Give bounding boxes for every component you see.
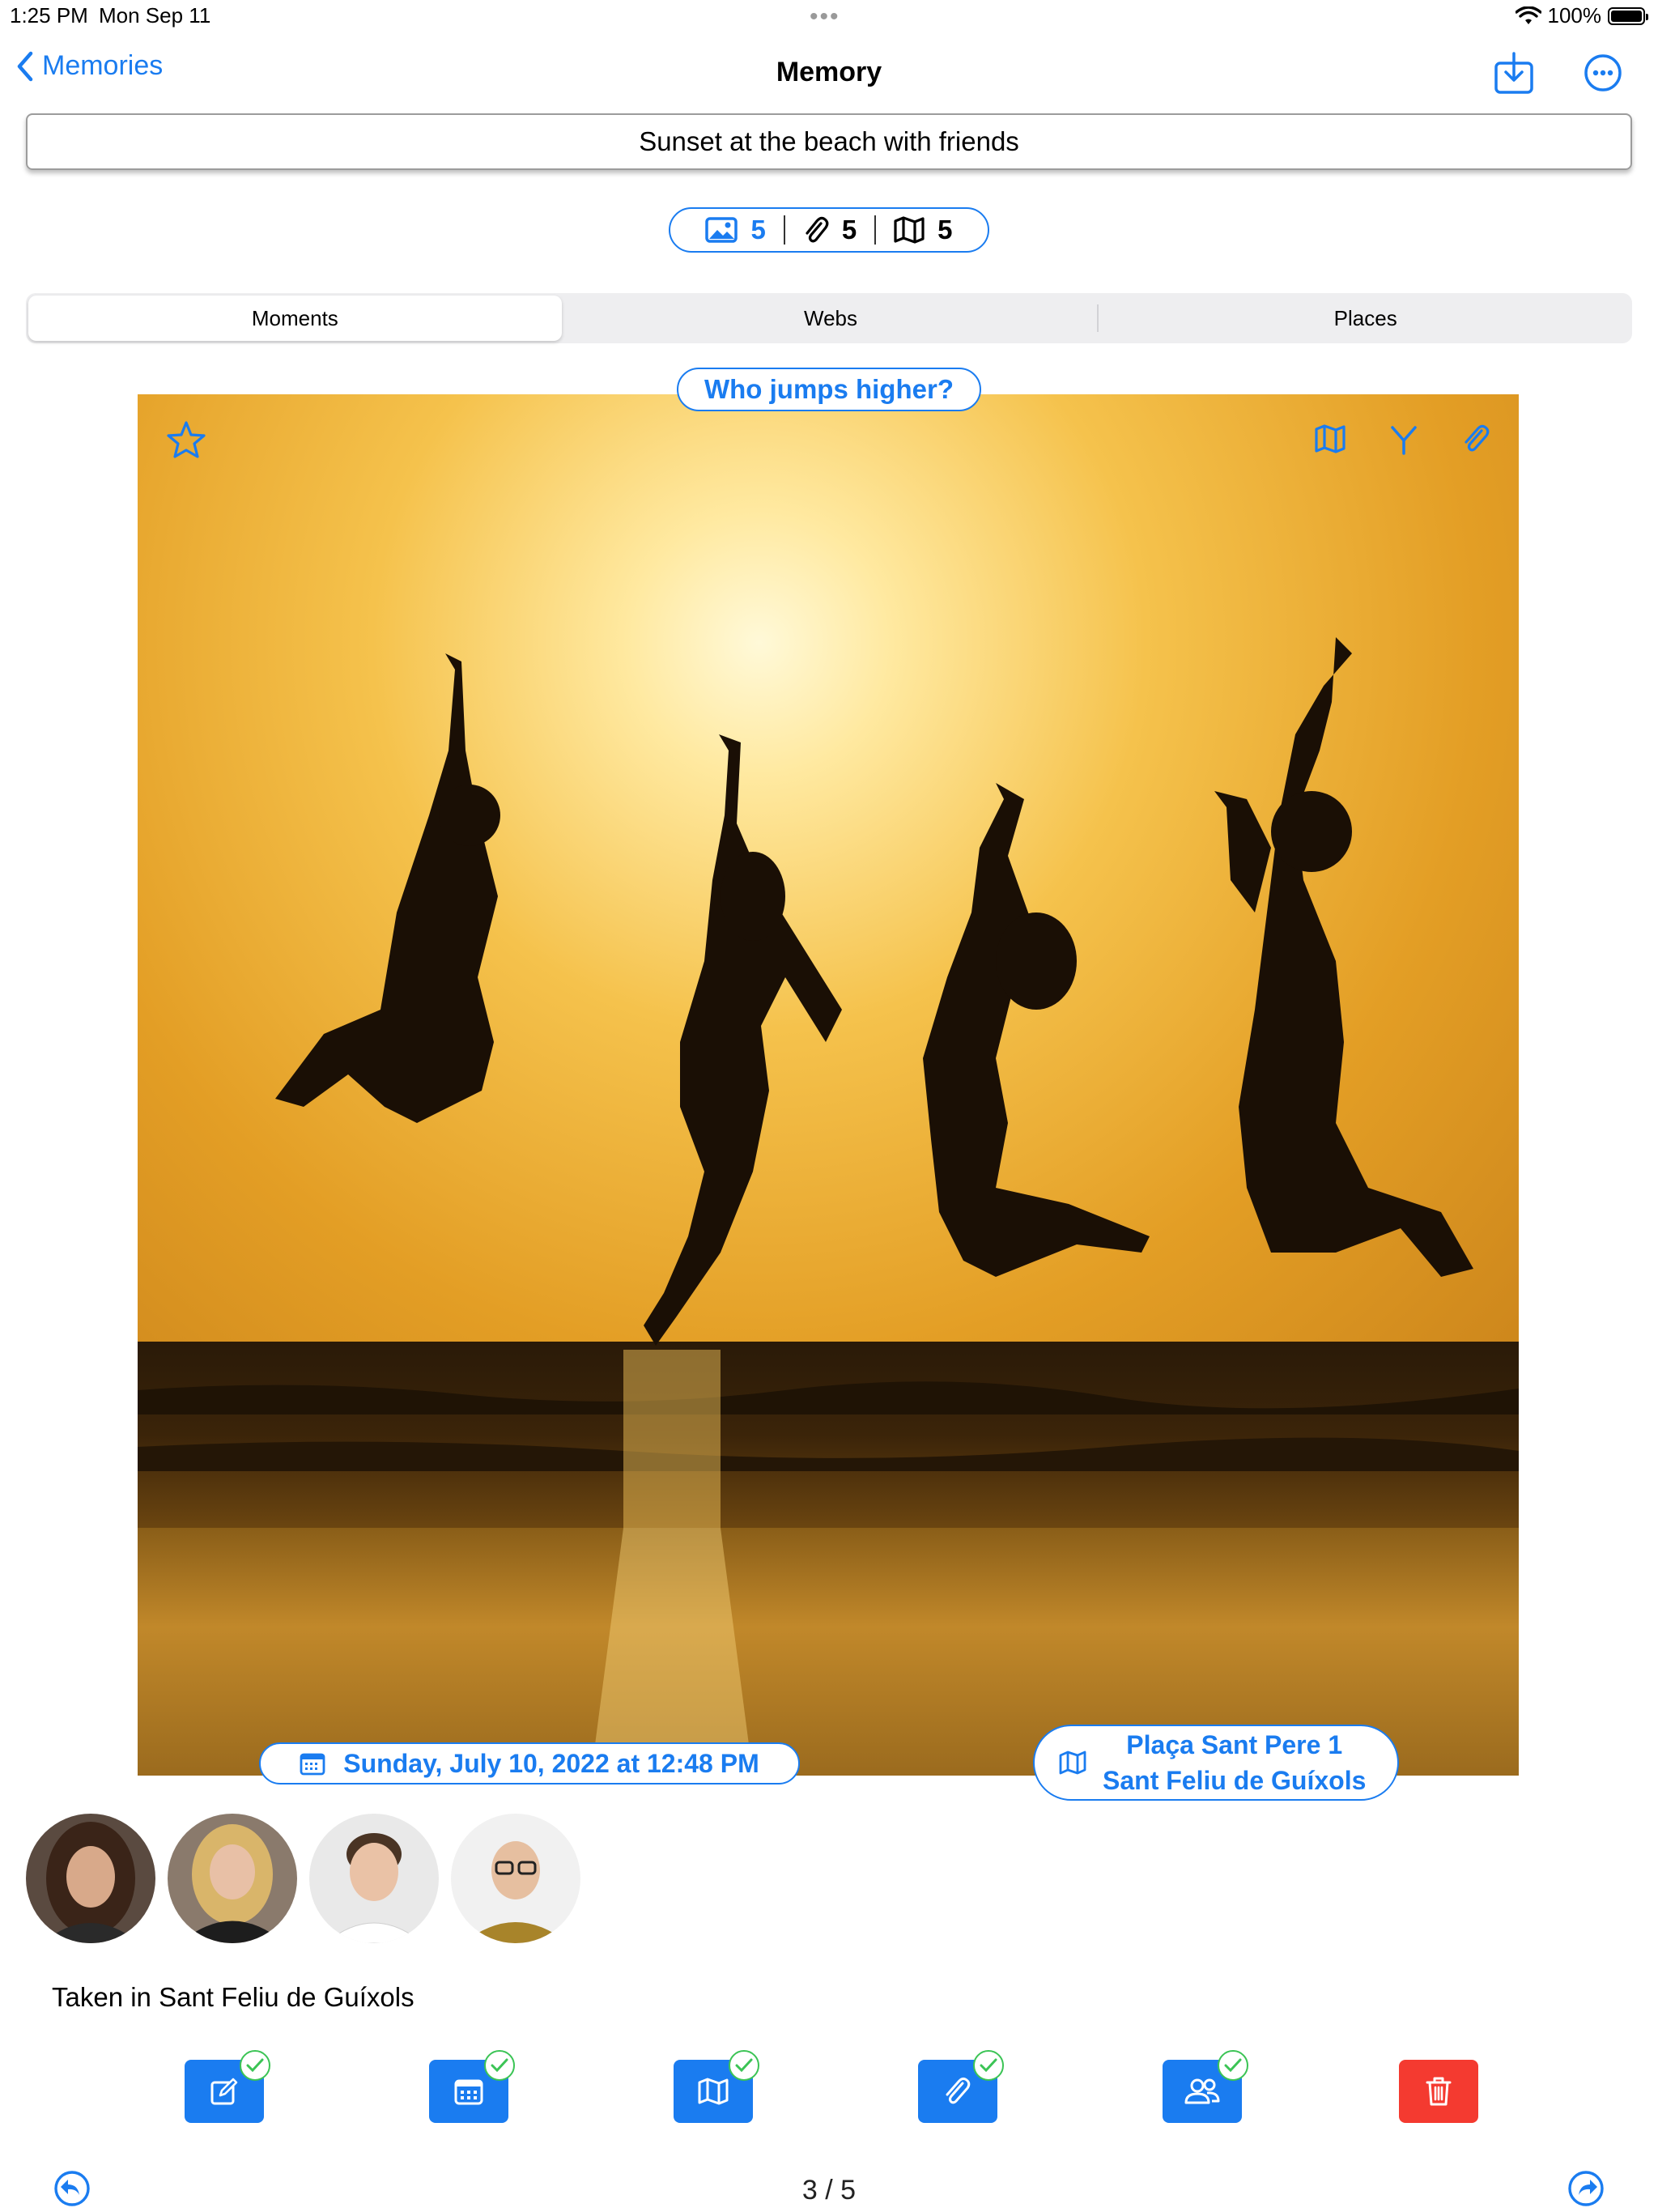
place-city: Sant Feliu de Guíxols — [1103, 1766, 1367, 1795]
wifi-icon — [1515, 6, 1541, 24]
trash-icon — [1426, 2077, 1452, 2106]
calendar-icon — [300, 1753, 325, 1776]
photo-icon — [705, 217, 738, 243]
tab-webs[interactable]: Webs — [564, 293, 1098, 343]
place-address: Plaça Sant Pere 1 — [1126, 1730, 1343, 1759]
avatar-man-glasses-icon — [451, 1814, 580, 1943]
map-icon — [1059, 1750, 1086, 1775]
paperclip-icon — [806, 216, 829, 243]
paperclip-icon — [1465, 424, 1490, 452]
checkmark-icon — [484, 2050, 515, 2081]
import-button[interactable] — [1491, 50, 1537, 96]
people-icon — [1184, 2078, 1220, 2104]
avatar-man-white-shirt-icon — [309, 1814, 439, 1943]
star-icon — [167, 421, 206, 458]
moment-date-chip[interactable]: Sunday, July 10, 2022 at 12:48 PM — [259, 1742, 800, 1784]
delete-button[interactable] — [1399, 2060, 1478, 2123]
tab-places[interactable]: Places — [1099, 293, 1632, 343]
status-right: 100% — [1515, 3, 1648, 28]
edit-icon — [210, 2078, 238, 2105]
segmented-control[interactable]: Moments Webs Places — [26, 293, 1632, 343]
location-button[interactable] — [674, 2050, 759, 2123]
battery-icon — [1608, 6, 1648, 25]
branch-icon — [1391, 426, 1417, 455]
tray-download-icon — [1494, 52, 1533, 94]
person-avatar-4[interactable] — [451, 1814, 580, 1943]
person-avatar-1[interactable] — [26, 1814, 155, 1943]
map-icon — [1315, 424, 1346, 453]
person-avatar-3[interactable] — [309, 1814, 439, 1943]
avatar-woman-blonde-icon — [168, 1814, 297, 1943]
page-indicator: 3 / 5 — [801, 2175, 857, 2206]
photo-count-value: 5 — [750, 215, 766, 245]
person-avatar-2[interactable] — [168, 1814, 297, 1943]
place-count[interactable]: 5 — [876, 215, 970, 245]
checkmark-icon — [729, 2050, 759, 2081]
page-title: Memory — [776, 57, 882, 87]
moment-photo[interactable] — [138, 394, 1519, 1776]
photo-webs-button[interactable] — [1381, 416, 1426, 462]
status-time: 1:25 PM — [10, 3, 88, 28]
photo-count[interactable]: 5 — [687, 215, 783, 245]
attachment-count-value: 5 — [841, 215, 857, 245]
checkmark-icon — [1218, 2050, 1248, 2081]
photo-map-button[interactable] — [1308, 416, 1354, 462]
avatar-woman-brown-hair-icon — [26, 1814, 155, 1943]
counts-summary[interactable]: 5 5 5 — [669, 207, 989, 253]
favorite-button[interactable] — [164, 418, 209, 463]
status-date: Mon Sep 11 — [99, 3, 211, 28]
edit-button[interactable] — [185, 2050, 270, 2123]
memory-title-field[interactable]: Sunset at the beach with friends — [26, 113, 1632, 170]
arrow-right-circle-icon — [1568, 2171, 1604, 2206]
moment-date: Sunday, July 10, 2022 at 12:48 PM — [343, 1748, 759, 1778]
battery-percent: 100% — [1547, 3, 1602, 28]
people-button[interactable] — [1163, 2050, 1248, 2123]
paperclip-icon — [946, 2077, 971, 2104]
photo-caption: Taken in Sant Feliu de Guíxols — [52, 1982, 414, 2012]
moment-place-chip[interactable]: Plaça Sant Pere 1 Sant Feliu de Guíxols — [1033, 1725, 1399, 1801]
map-icon — [698, 2078, 729, 2105]
ellipsis-circle-icon — [1584, 54, 1622, 91]
checkmark-icon — [240, 2050, 270, 2081]
multitasking-dots-icon[interactable]: ••• — [810, 3, 840, 31]
date-button[interactable] — [429, 2050, 515, 2123]
more-button[interactable] — [1580, 50, 1626, 96]
attachment-count[interactable]: 5 — [785, 215, 874, 245]
map-icon — [894, 216, 925, 244]
attachments-button[interactable] — [918, 2050, 1004, 2123]
next-button[interactable] — [1567, 2170, 1605, 2207]
checkmark-icon — [973, 2050, 1004, 2081]
place-count-value: 5 — [937, 215, 953, 245]
sunset-jump-image — [138, 394, 1519, 1776]
calendar-icon — [454, 2079, 483, 2105]
photo-attachment-button[interactable] — [1454, 416, 1499, 462]
moment-title-chip[interactable]: Who jumps higher? — [677, 368, 981, 411]
tab-moments[interactable]: Moments — [28, 296, 562, 341]
